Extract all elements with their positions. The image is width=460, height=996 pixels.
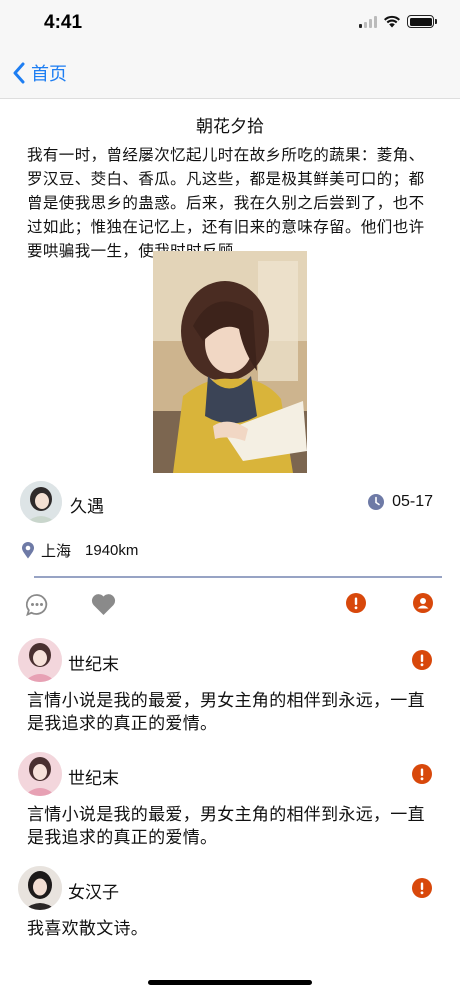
chevron-left-icon (13, 62, 25, 84)
exclamation-icon (412, 764, 432, 784)
user-block-icon (413, 593, 433, 613)
comment-text: 我喜欢散文诗。 (27, 919, 149, 939)
date-text: 05-17 (392, 493, 433, 510)
commenter-name: 世纪末 (68, 769, 119, 789)
article-body: 我有一时，曾经屡次忆起儿时在故乡所吃的蔬果：菱角、罗汉豆、茭白、香瓜。凡这些，都… (27, 146, 425, 260)
comment-button[interactable] (25, 593, 49, 621)
location-city: 上海 (41, 542, 72, 560)
home-indicator[interactable] (148, 980, 312, 985)
report-button[interactable] (346, 593, 366, 617)
status-icons (359, 15, 437, 28)
article-title: 朝花夕拾 (196, 117, 264, 137)
report-comment-button[interactable] (412, 878, 432, 902)
article-photo (153, 251, 307, 473)
exclamation-icon (346, 593, 366, 613)
comment-text: 言情小说是我的最爱，男女主角的相伴到永远，一直是我追求的真正的爱情。 (27, 805, 425, 848)
navigation-bar: 首页 (0, 50, 460, 99)
signal-icon (359, 15, 377, 28)
back-label: 首页 (31, 64, 67, 85)
exclamation-icon (412, 650, 432, 670)
heart-icon (91, 594, 116, 615)
location-pin-icon (22, 542, 34, 559)
like-button[interactable] (91, 593, 116, 620)
report-comment-button[interactable] (412, 764, 432, 788)
commenter-avatar[interactable] (18, 866, 62, 910)
back-button[interactable]: 首页 (12, 60, 67, 86)
author-avatar[interactable] (20, 481, 62, 523)
post-date: 05-17 (368, 493, 433, 511)
chat-bubble-icon (25, 594, 48, 617)
status-time: 4:41 (44, 12, 83, 33)
comment-text: 言情小说是我的最爱，男女主角的相伴到永远，一直是我追求的真正的爱情。 (27, 691, 425, 734)
commenter-avatar[interactable] (18, 638, 62, 682)
report-comment-button[interactable] (412, 650, 432, 674)
commenter-name: 世纪末 (68, 655, 119, 675)
author-name: 久遇 (70, 497, 104, 517)
wifi-icon (384, 15, 400, 28)
clock-icon (368, 494, 385, 510)
action-row (0, 593, 460, 619)
block-user-button[interactable] (413, 593, 433, 617)
location-row: 上海 1940km (21, 540, 138, 561)
author-row: 久遇 05-17 (20, 481, 435, 527)
commenter-name: 女汉子 (68, 883, 119, 903)
exclamation-icon (412, 878, 432, 898)
battery-icon (407, 15, 437, 28)
location-distance: 1940km (85, 542, 139, 559)
commenter-avatar[interactable] (18, 752, 62, 796)
divider (34, 576, 442, 578)
status-bar: 4:41 (0, 0, 460, 50)
